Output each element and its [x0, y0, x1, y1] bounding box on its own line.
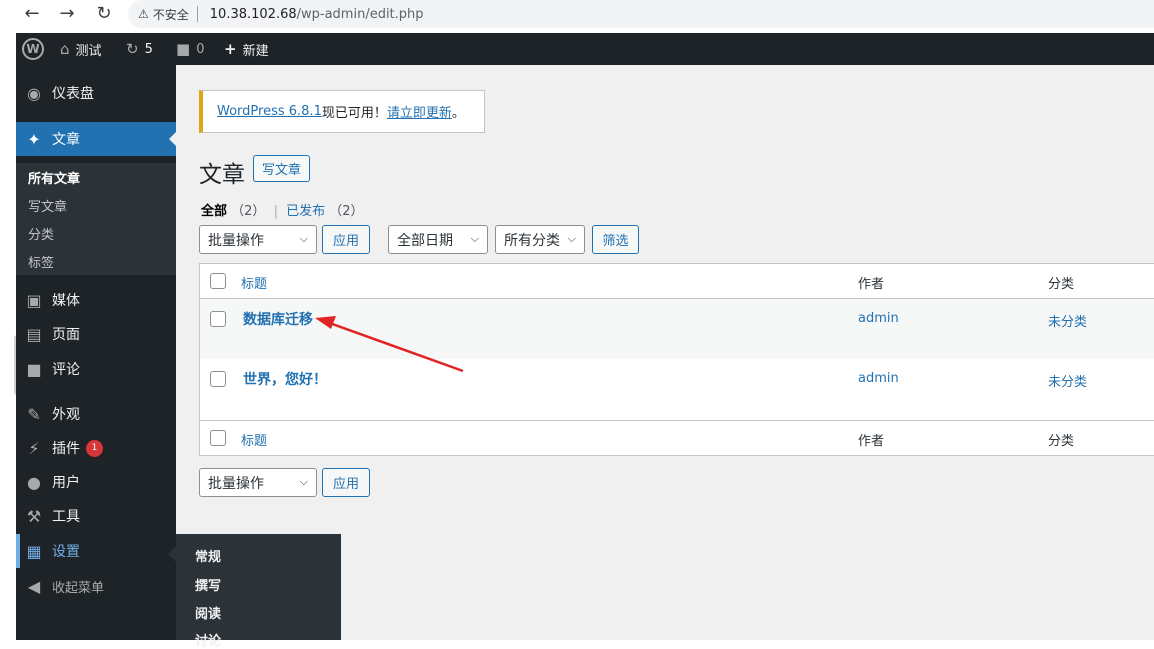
- browser-left-edge: [0, 28, 16, 640]
- menu-posts[interactable]: ✦ 文章: [16, 122, 177, 156]
- admin-menu: ◉ 仪表盘 ✦ 文章 所有文章 写文章 分类 标签 ▣ 媒体 ▤ 页面 ■ 评论…: [16, 65, 177, 640]
- comment-icon: ■: [26, 359, 42, 379]
- submenu-tags[interactable]: 标签: [28, 252, 54, 271]
- filter-button[interactable]: 筛选: [592, 225, 639, 254]
- submenu-all-posts[interactable]: 所有文章: [28, 168, 80, 187]
- update-now-link[interactable]: 请立即更新: [387, 102, 452, 121]
- plugin-icon: ⚡: [28, 438, 40, 458]
- row-checkbox[interactable]: [210, 311, 226, 327]
- chevron-down-icon: ⌵: [567, 232, 576, 245]
- column-author-footer: 作者: [858, 434, 885, 449]
- plus-icon: +: [224, 40, 237, 58]
- filter-published[interactable]: 已发布: [286, 204, 325, 219]
- apply-button-top[interactable]: 应用: [322, 225, 370, 254]
- select-all-checkbox[interactable]: [210, 430, 226, 446]
- apply-button-bottom[interactable]: 应用: [322, 468, 370, 497]
- table-header-row: 标题 作者 分类: [200, 264, 1154, 299]
- column-author-header: 作者: [858, 277, 885, 292]
- url-text[interactable]: 10.38.102.68/wp-admin/edit.php: [210, 7, 424, 22]
- warning-icon: ⚠: [138, 7, 149, 21]
- update-notice: WordPress 6.8.1 现已可用！ 请立即更新。: [199, 90, 485, 133]
- collapse-icon: ◀: [27, 576, 41, 596]
- page-icon: ▤: [26, 324, 42, 344]
- submenu-categories[interactable]: 分类: [28, 224, 54, 243]
- table-footer-row: 标题 作者 分类: [200, 420, 1154, 456]
- menu-appearance[interactable]: ✎ 外观: [16, 397, 176, 431]
- bulk-action-select-bottom[interactable]: 批量操作 ⌵: [199, 468, 317, 497]
- plugins-update-badge: 1: [86, 439, 103, 457]
- menu-dashboard[interactable]: ◉ 仪表盘: [16, 76, 176, 110]
- add-new-post-button[interactable]: 写文章: [253, 155, 310, 182]
- menu-comments[interactable]: ■ 评论: [16, 352, 176, 386]
- comment-icon: ■: [176, 40, 191, 58]
- site-name-link[interactable]: ⌂ 测试: [60, 33, 102, 65]
- page-title: 文章: [199, 162, 245, 188]
- home-icon: ⌂: [60, 40, 70, 58]
- post-title-link[interactable]: 数据库迁移: [243, 309, 313, 329]
- table-row: 世界，您好！ admin 未分类: [200, 359, 1154, 420]
- admin-bar: W ⌂ 测试 ↻ 5 ■ 0 + 新建: [16, 33, 1154, 65]
- post-category-link[interactable]: 未分类: [1048, 311, 1087, 330]
- date-filter-select[interactable]: 全部日期 ⌵: [388, 225, 488, 254]
- flyout-arrow: [168, 546, 176, 562]
- url-separator: [196, 6, 198, 22]
- user-icon: ●: [27, 472, 41, 492]
- flyout-general[interactable]: 常规: [195, 546, 221, 565]
- table-row: 数据库迁移 admin 未分类: [200, 299, 1154, 359]
- menu-media[interactable]: ▣ 媒体: [16, 283, 176, 317]
- chevron-down-icon: ⌵: [470, 232, 479, 245]
- post-title-link[interactable]: 世界，您好！: [243, 369, 327, 389]
- row-checkbox[interactable]: [210, 371, 226, 387]
- address-bar[interactable]: ⚠ 不安全 10.38.102.68/wp-admin/edit.php: [128, 0, 1154, 28]
- submenu-add-post[interactable]: 写文章: [28, 196, 67, 215]
- column-title-footer[interactable]: 标题: [241, 430, 267, 449]
- updates-link[interactable]: ↻ 5: [126, 33, 153, 65]
- wordpress-logo-icon[interactable]: W: [22, 38, 44, 60]
- updates-icon: ↻: [126, 40, 139, 58]
- menu-users[interactable]: ● 用户: [16, 465, 176, 499]
- bulk-action-select-top[interactable]: 批量操作 ⌵: [199, 225, 317, 254]
- settings-hover-marker: [16, 534, 20, 568]
- comments-link[interactable]: ■ 0: [176, 33, 204, 65]
- menu-plugins[interactable]: ⚡ 插件 1: [16, 431, 176, 465]
- category-filter-select[interactable]: 所有分类 ⌵: [495, 225, 585, 254]
- version-link[interactable]: WordPress 6.8.1: [217, 104, 322, 119]
- settings-icon: ▦: [26, 541, 42, 561]
- menu-collapse[interactable]: ◀ 收起菜单: [16, 569, 176, 603]
- flyout-writing[interactable]: 撰写: [195, 575, 221, 594]
- posts-submenu: 所有文章 写文章 分类 标签: [16, 163, 176, 275]
- chevron-down-icon: ⌵: [299, 232, 308, 245]
- select-all-checkbox[interactable]: [210, 273, 226, 289]
- status-filter-links: 全部 （2） | 已发布 （2）: [201, 204, 364, 219]
- menu-pages[interactable]: ▤ 页面: [16, 317, 176, 351]
- posts-table: 标题 作者 分类 数据库迁移 admin 未分类 世界，您好！ admin 未分…: [199, 263, 1154, 456]
- pin-icon: ✦: [27, 129, 41, 149]
- new-content-link[interactable]: + 新建: [224, 33, 269, 65]
- column-category-footer: 分类: [1048, 434, 1075, 449]
- insecure-label: 不安全: [152, 7, 189, 22]
- flyout-reading[interactable]: 阅读: [195, 603, 221, 622]
- reload-icon[interactable]: ↻: [92, 1, 116, 25]
- browser-toolbar: ← → ↻ ⚠ 不安全 10.38.102.68/wp-admin/edit.p…: [0, 0, 1154, 28]
- post-author-link[interactable]: admin: [858, 371, 899, 386]
- dashboard-icon: ◉: [27, 83, 41, 103]
- media-icon: ▣: [26, 290, 42, 310]
- chevron-down-icon: ⌵: [299, 475, 308, 488]
- settings-flyout-menu: 常规 撰写 阅读 讨论: [168, 534, 341, 649]
- post-category-link[interactable]: 未分类: [1048, 371, 1087, 390]
- post-author-link[interactable]: admin: [858, 311, 899, 326]
- column-category-header: 分类: [1048, 277, 1075, 292]
- filter-all[interactable]: 全部: [201, 204, 227, 219]
- back-icon[interactable]: ←: [20, 1, 44, 25]
- menu-settings[interactable]: ▦ 设置: [16, 534, 176, 568]
- column-title-header[interactable]: 标题: [241, 273, 267, 292]
- forward-icon[interactable]: →: [55, 1, 79, 25]
- menu-tools[interactable]: ⚒ 工具: [16, 499, 176, 533]
- brush-icon: ✎: [27, 404, 41, 424]
- wrench-icon: ⚒: [26, 506, 42, 526]
